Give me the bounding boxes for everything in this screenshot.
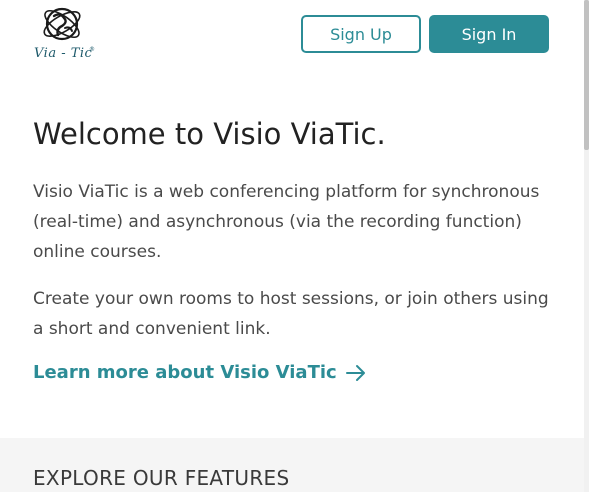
hero-title: Welcome to Visio ViaTic. <box>33 117 386 151</box>
globe-emblem-icon <box>43 7 81 41</box>
sign-up-button[interactable]: Sign Up <box>301 15 421 53</box>
logo-wordmark: Via - Tic <box>34 46 93 61</box>
learn-more-link[interactable]: Learn more about Visio ViaTic <box>33 362 367 383</box>
arrow-right-icon <box>345 364 365 381</box>
features-section: EXPLORE OUR FEATURES <box>0 438 584 492</box>
page-scrollbar[interactable] <box>584 0 589 492</box>
hero-description: Visio ViaTic is a web conferencing platf… <box>33 182 540 262</box>
sign-in-button[interactable]: Sign In <box>429 15 549 53</box>
page: Via - Tic ® Sign Up Sign In Welcome to V… <box>0 0 584 492</box>
hero-rooms-description: Create your own rooms to host sessions, … <box>33 289 549 339</box>
via-tic-logo[interactable]: Via - Tic ® <box>32 4 100 64</box>
scrollbar-thumb[interactable] <box>584 0 589 150</box>
features-title: EXPLORE OUR FEATURES <box>33 466 290 490</box>
registered-mark: ® <box>89 46 95 53</box>
learn-more-label: Learn more about Visio ViaTic <box>33 362 337 383</box>
header: Via - Tic ® Sign Up Sign In <box>0 0 584 80</box>
